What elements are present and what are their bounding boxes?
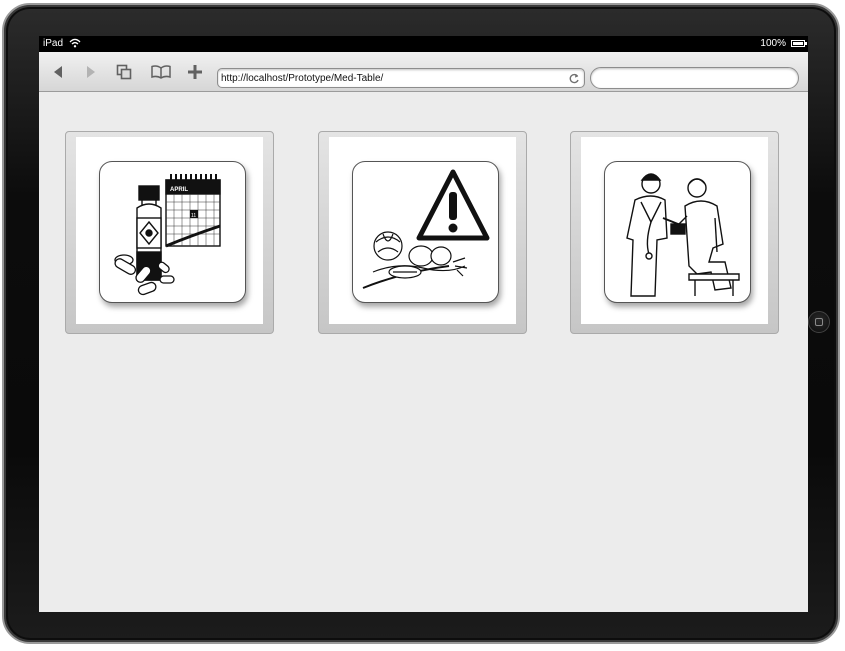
back-arrow-icon bbox=[54, 66, 62, 78]
add-button[interactable] bbox=[184, 63, 206, 81]
pages-button[interactable] bbox=[113, 63, 135, 81]
book-icon bbox=[151, 65, 171, 79]
pages-icon bbox=[116, 64, 132, 80]
status-bar: iPad 100% bbox=[39, 36, 808, 52]
search-bar[interactable] bbox=[590, 67, 799, 89]
reload-icon[interactable] bbox=[568, 72, 580, 90]
plus-icon bbox=[188, 65, 202, 79]
calendar-month: APRIL bbox=[170, 187, 188, 193]
medication-tile[interactable]: APRIL 11 bbox=[65, 131, 274, 334]
food-warning-icon bbox=[352, 161, 499, 303]
doctor-patient-icon bbox=[604, 161, 751, 303]
battery-percent: 100% bbox=[760, 38, 786, 49]
page-content: APRIL 11 bbox=[39, 92, 808, 612]
medication-calendar-icon: APRIL 11 bbox=[99, 161, 246, 303]
back-button[interactable] bbox=[47, 63, 69, 81]
browser-toolbar bbox=[39, 52, 808, 92]
carrier-label: iPad bbox=[43, 38, 64, 49]
url-bar[interactable] bbox=[217, 68, 585, 88]
forward-arrow-icon bbox=[87, 66, 95, 78]
search-input[interactable] bbox=[601, 70, 787, 86]
url-input[interactable] bbox=[221, 70, 561, 86]
tile-inner bbox=[581, 137, 768, 324]
food-warning-tile[interactable] bbox=[318, 131, 527, 334]
calendar-highlighted-day: 11 bbox=[191, 213, 196, 219]
battery-icon bbox=[791, 40, 807, 47]
tile-inner bbox=[329, 137, 516, 324]
home-square-icon bbox=[815, 318, 823, 326]
tile-inner: APRIL 11 bbox=[76, 137, 263, 324]
screen: iPad 100% http://localhost/Prototype/Med… bbox=[39, 36, 808, 612]
forward-button[interactable] bbox=[80, 63, 102, 81]
doctor-visit-tile[interactable] bbox=[570, 131, 779, 334]
bookmarks-button[interactable] bbox=[150, 63, 172, 81]
home-button[interactable] bbox=[808, 311, 830, 333]
